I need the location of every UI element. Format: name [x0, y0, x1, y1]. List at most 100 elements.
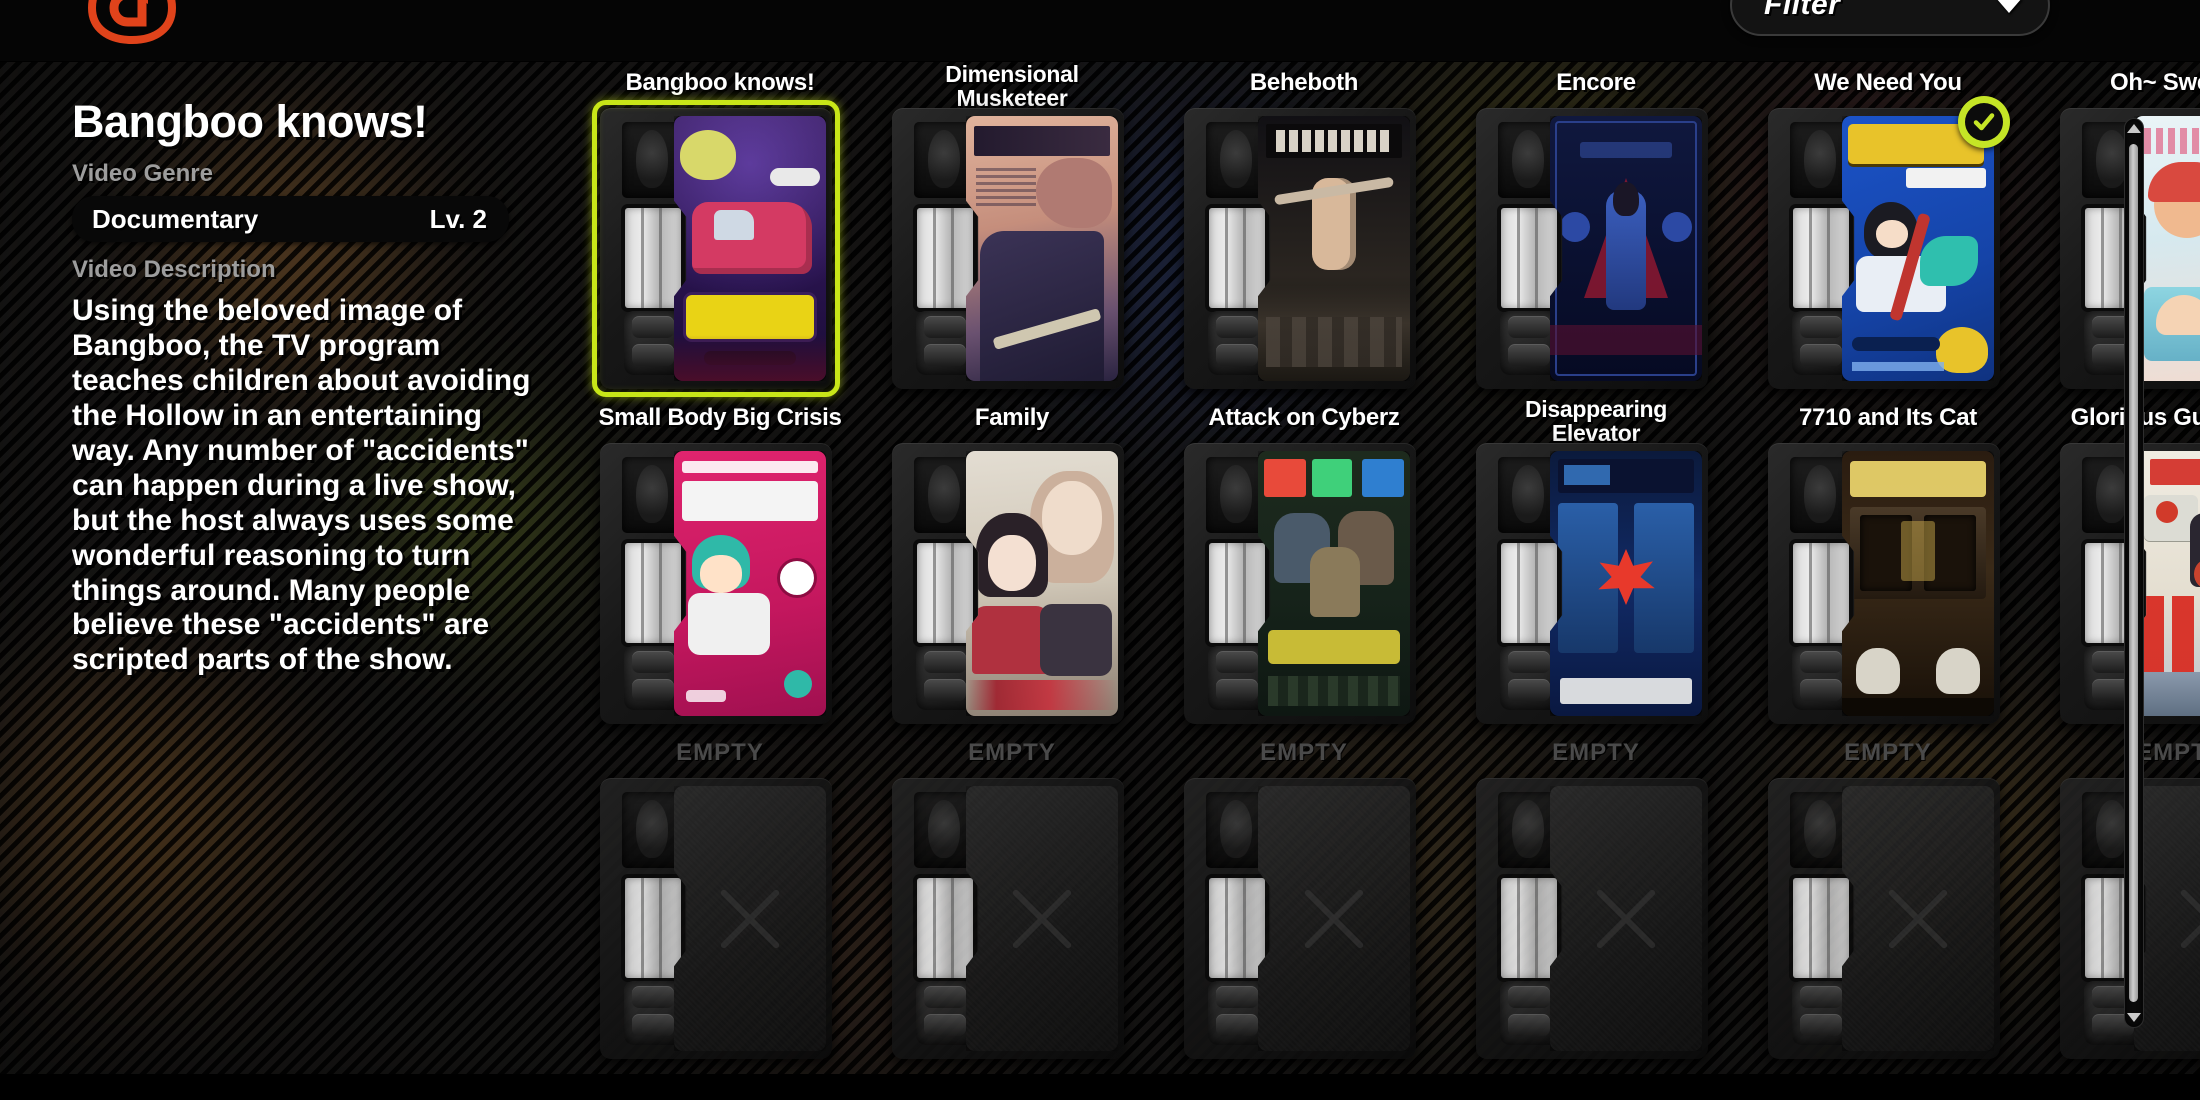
cassette-window	[1790, 792, 1850, 868]
cassette-reel	[1500, 981, 1558, 1045]
cassette-window	[1790, 122, 1850, 198]
cassette-tape-strip	[917, 543, 973, 643]
video-card[interactable]: Attack on Cyberz	[1184, 405, 1424, 740]
video-slot-empty[interactable]: EMPTY	[1768, 740, 2008, 1075]
top-bar: Filter	[0, 0, 2200, 62]
cassette-reel	[1500, 646, 1558, 710]
cassette-window	[622, 792, 682, 868]
cassette-reel	[1792, 311, 1850, 375]
vhs-cassette	[892, 108, 1124, 389]
empty-slot-label: EMPTY	[1260, 739, 1348, 766]
video-genre-level: Lv. 2	[429, 203, 487, 234]
cassette-reel	[1208, 981, 1266, 1045]
filter-dropdown-button[interactable]: Filter	[1730, 0, 2050, 36]
grid-row: Bangboo knows! Dimensional Musketeer Behe…	[592, 62, 2200, 405]
vhs-cassette	[1184, 443, 1416, 724]
cassette-tape-strip	[1793, 878, 1849, 978]
scroll-down-arrow-icon[interactable]	[2127, 1013, 2141, 1022]
empty-slot-face	[674, 786, 826, 1051]
video-card-title: Small Body Big Crisis	[598, 404, 842, 431]
chevron-down-icon	[1996, 0, 2022, 13]
cassette-window	[914, 122, 974, 198]
video-description-label: Video Description	[72, 256, 276, 283]
video-card-title: Beheboth	[1249, 69, 1359, 96]
empty-vhs-cassette	[1476, 778, 1708, 1059]
video-slot-empty[interactable]: EMPTY	[600, 740, 840, 1075]
cassette-window	[1790, 457, 1850, 533]
grid-scrollbar[interactable]	[2124, 118, 2144, 1028]
video-card[interactable]: Beheboth	[1184, 70, 1424, 405]
video-card-title: Bangboo knows!	[625, 69, 815, 96]
video-card[interactable]: Encore	[1476, 70, 1716, 405]
close-x-icon	[1586, 879, 1666, 959]
empty-vhs-cassette	[1768, 778, 2000, 1059]
back-arrow-logo-icon[interactable]	[84, 0, 180, 48]
cassette-window	[1206, 122, 1266, 198]
scroll-up-arrow-icon[interactable]	[2127, 124, 2141, 133]
cassette-reel	[916, 981, 974, 1045]
filter-label: Filter	[1764, 0, 1841, 21]
video-card-title: Oh~ Sweetie	[2109, 69, 2200, 96]
video-card-title: We Need You	[1814, 69, 1962, 96]
cassette-window	[914, 457, 974, 533]
cassette-tape-strip	[1209, 878, 1265, 978]
empty-vhs-cassette	[600, 778, 832, 1059]
cassette-tape-strip	[917, 208, 973, 308]
vhs-cassette	[1184, 108, 1416, 389]
cassette-window	[914, 792, 974, 868]
video-card[interactable]: 7710 and Its Cat	[1768, 405, 2008, 740]
video-slot-empty[interactable]: EMPTY	[1184, 740, 1424, 1075]
close-x-icon	[710, 879, 790, 959]
close-x-icon	[1002, 879, 1082, 959]
video-card-title: Attack on Cyberz	[1208, 404, 1400, 431]
cassette-tape-strip	[917, 878, 973, 978]
cassette-window	[1206, 457, 1266, 533]
vhs-cassette	[600, 443, 832, 724]
video-card-title: 7710 and Its Cat	[1799, 404, 1977, 431]
cassette-window	[622, 122, 682, 198]
video-slot-empty[interactable]: EMPTY	[892, 740, 1132, 1075]
video-card-title: Dimensional Musketeer	[945, 61, 1079, 112]
video-card[interactable]: Dimensional Musketeer	[892, 62, 1132, 405]
close-x-icon	[2170, 879, 2200, 959]
video-poster-art	[1550, 116, 1702, 381]
vhs-cassette	[892, 443, 1124, 724]
empty-slot-face	[1258, 786, 1410, 1051]
video-card[interactable]: We Need You	[1768, 70, 2010, 405]
bottom-bar	[0, 1074, 2200, 1100]
video-description-text: Using the beloved image of Bangboo, the …	[72, 294, 531, 677]
cassette-tape-strip	[1209, 543, 1265, 643]
checkmark-badge-icon	[1958, 96, 2010, 148]
cassette-reel	[624, 311, 682, 375]
video-poster-art	[674, 451, 826, 716]
video-card[interactable]: Family	[892, 405, 1132, 740]
video-slot-empty[interactable]: EMPTY	[1476, 740, 1716, 1075]
video-poster-art	[1842, 451, 1994, 716]
vhs-cassette	[600, 108, 832, 389]
cassette-reel	[624, 981, 682, 1045]
cassette-reel	[1208, 311, 1266, 375]
close-x-icon	[1294, 879, 1374, 959]
video-card[interactable]: Bangboo knows!	[592, 70, 840, 405]
cassette-tape-strip	[1209, 208, 1265, 308]
cassette-reel	[624, 646, 682, 710]
cassette-window	[622, 457, 682, 533]
cassette-reel	[1500, 311, 1558, 375]
video-poster-art	[1550, 451, 1702, 716]
cassette-tape-strip	[625, 878, 681, 978]
video-poster-art	[1842, 116, 1994, 381]
video-genre-pill: Documentary Lv. 2	[72, 196, 509, 242]
video-card[interactable]: Small Body Big Crisis	[598, 405, 842, 740]
video-genre-label: Video Genre	[72, 160, 213, 187]
scrollbar-thumb[interactable]	[2129, 144, 2138, 1002]
cassette-window	[1498, 457, 1558, 533]
video-card-title: Encore	[1556, 69, 1636, 96]
cassette-tape-strip	[1793, 543, 1849, 643]
empty-vhs-cassette	[892, 778, 1124, 1059]
video-card[interactable]: Disappearing Elevator	[1476, 397, 1716, 740]
vhs-cassette	[1476, 108, 1708, 389]
empty-slot-face	[1842, 786, 1994, 1051]
empty-vhs-cassette	[1184, 778, 1416, 1059]
cassette-tape-strip	[1793, 208, 1849, 308]
vhs-cassette	[1476, 443, 1708, 724]
